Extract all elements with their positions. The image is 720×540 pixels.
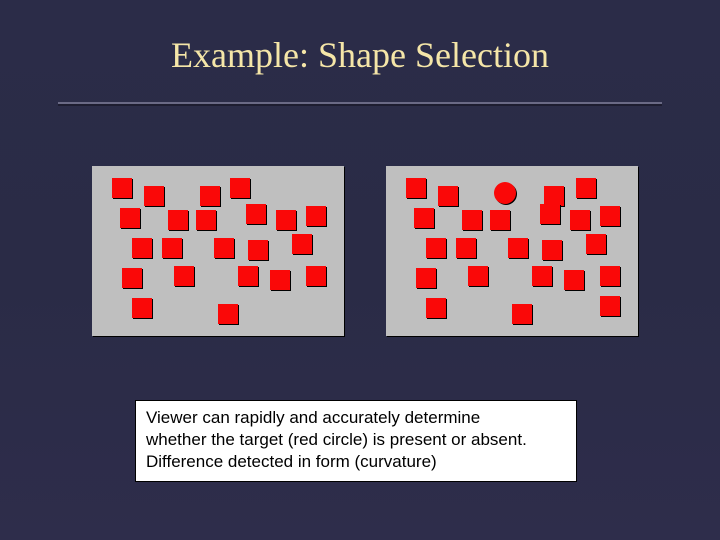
slide: Example: Shape Selection Viewer can rapi… [0,0,720,540]
distractor-square-icon [132,298,152,318]
caption-line-3: Difference detected in form (curvature) [146,451,566,473]
distractor-square-icon [468,266,488,286]
distractor-square-icon [508,238,528,258]
distractor-square-icon [276,210,296,230]
distractor-square-icon [512,304,532,324]
caption-line-1: Viewer can rapidly and accurately determ… [146,407,566,429]
distractor-square-icon [196,210,216,230]
shape-panels [92,166,638,336]
distractor-square-icon [162,238,182,258]
distractor-square-icon [462,210,482,230]
distractor-square-icon [306,206,326,226]
distractor-square-icon [414,208,434,228]
distractor-square-icon [218,304,238,324]
distractor-square-icon [426,298,446,318]
distractor-square-icon [168,210,188,230]
panel-target-present [386,166,638,336]
distractor-square-icon [438,186,458,206]
distractor-square-icon [248,240,268,260]
distractor-square-icon [120,208,140,228]
distractor-square-icon [132,238,152,258]
distractor-square-icon [600,296,620,316]
distractor-square-icon [292,234,312,254]
target-circle-icon [494,182,516,204]
distractor-square-icon [426,238,446,258]
distractor-square-icon [570,210,590,230]
slide-title: Example: Shape Selection [0,34,720,76]
distractor-square-icon [586,234,606,254]
title-divider [58,102,662,106]
distractor-square-icon [416,268,436,288]
distractor-square-icon [540,204,560,224]
distractor-square-icon [122,268,142,288]
distractor-square-icon [214,238,234,258]
distractor-square-icon [238,266,258,286]
distractor-square-icon [544,186,564,206]
distractor-square-icon [600,266,620,286]
distractor-square-icon [270,270,290,290]
distractor-square-icon [144,186,164,206]
distractor-square-icon [542,240,562,260]
distractor-square-icon [112,178,132,198]
distractor-square-icon [306,266,326,286]
distractor-square-icon [200,186,220,206]
panel-target-absent [92,166,344,336]
caption-line-2: whether the target (red circle) is prese… [146,429,566,451]
distractor-square-icon [532,266,552,286]
distractor-square-icon [230,178,250,198]
distractor-square-icon [246,204,266,224]
distractor-square-icon [576,178,596,198]
distractor-square-icon [490,210,510,230]
distractor-square-icon [406,178,426,198]
distractor-square-icon [564,270,584,290]
distractor-square-icon [174,266,194,286]
distractor-square-icon [600,206,620,226]
distractor-square-icon [456,238,476,258]
caption-box: Viewer can rapidly and accurately determ… [135,400,577,482]
